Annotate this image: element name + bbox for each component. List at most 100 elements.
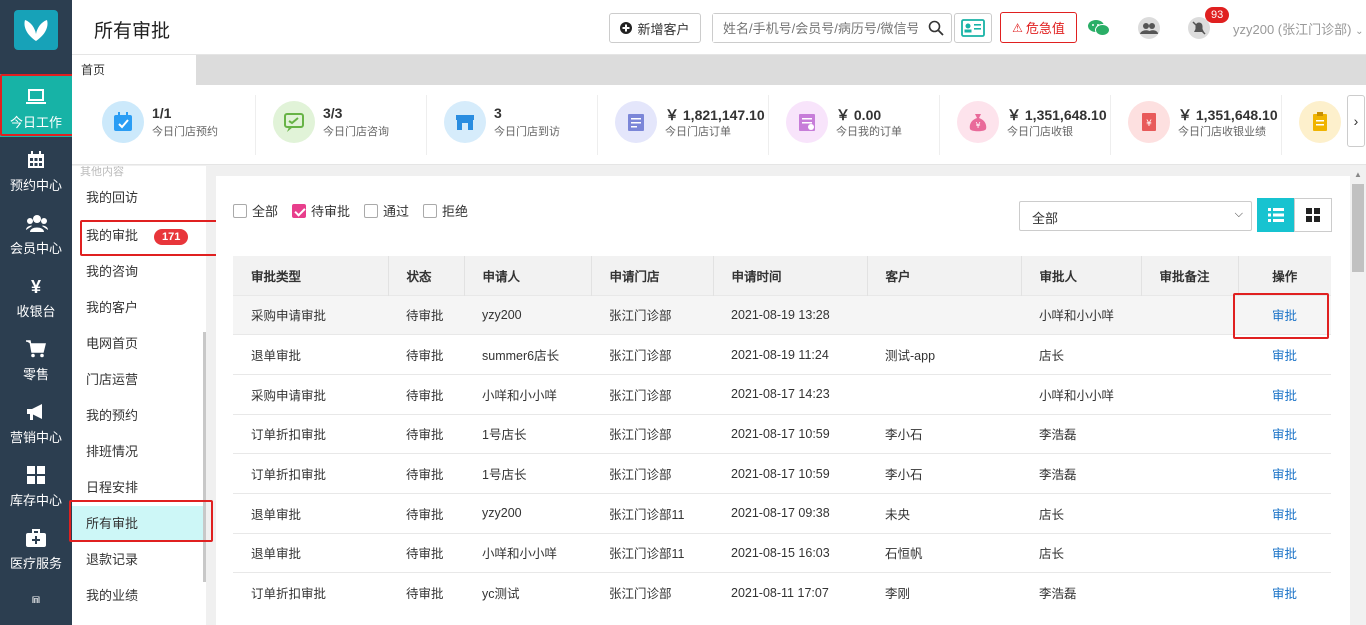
users-icon [26, 214, 48, 234]
cell [1141, 334, 1238, 375]
menu-item-grid-home[interactable]: 电网首页 [72, 326, 206, 362]
stat-store-orders[interactable]: ￥ 1,821,147.10 今日门店订单 [605, 99, 770, 143]
cell: 店长 [1021, 492, 1141, 534]
nav-cashier[interactable]: ¥ 收银台 [0, 263, 72, 326]
stat-store-cashier[interactable]: ¥ ￥ 1,351,648.10 今日门店收银 [947, 99, 1112, 143]
checkbox[interactable] [423, 203, 438, 218]
menu-item-my-customers[interactable]: 我的客户 [72, 290, 206, 326]
stat-my-orders[interactable]: ￥ 0.00 今日我的订单 [776, 99, 941, 143]
menu-item-refund-records[interactable]: 退款记录 [72, 542, 206, 578]
table-row[interactable]: 订单折扣审批 待审批 yc测试 张江门诊部 2021-08-11 17:07 李刚 李浩磊 审… [233, 572, 1331, 613]
top-bar: 所有审批 新增客户 ⚠ 危急值 93 yzy200 (张江门诊部) ⌄ [72, 0, 1366, 55]
menu-item-my-followups[interactable]: 我的回访 [72, 180, 206, 216]
search-icon[interactable] [928, 20, 944, 36]
approval-count-badge: 171 [154, 229, 189, 245]
cell: 店长 [1021, 532, 1141, 573]
menu-item-my-consultations[interactable]: 我的咨询 [72, 254, 206, 290]
approval-table: 审批类型 状态 申请人 申请门店 申请时间 客户 审批人 审批备注 操作 采购申… [233, 256, 1331, 613]
checkbox[interactable] [364, 203, 379, 218]
stat-clipboard[interactable] [1289, 99, 1341, 143]
grid-view-button[interactable] [1294, 198, 1332, 232]
stat-visits[interactable]: 3 今日门店到访 [434, 99, 599, 143]
stat-value: ￥ 1,351,648.10 [1178, 107, 1278, 123]
plus-circle-icon [620, 22, 633, 34]
id-card-button[interactable] [954, 13, 992, 43]
cart-icon [26, 340, 46, 360]
table-row[interactable]: 退单审批 待审批 summer6店长 张江门诊部 2021-08-19 11:24 测试-… [233, 334, 1331, 375]
table-row[interactable]: 订单折扣审批 待审批 1号店长 张江门诊部 2021-08-17 10:59 李小石 李浩磊… [233, 453, 1331, 494]
approval-type-select[interactable]: 全部 ⌵ [1019, 201, 1252, 231]
critical-value-button[interactable]: ⚠ 危急值 [1000, 12, 1077, 43]
menu-item-shifts[interactable]: 排班情况 [72, 434, 206, 470]
menu-item-my-approvals[interactable]: 我的审批 171 [72, 218, 206, 254]
nav-more-icon[interactable]: ⩎ [0, 590, 72, 607]
wechat-icon[interactable] [1084, 14, 1114, 42]
nav-retail[interactable]: 零售 [0, 326, 72, 389]
nav-marketing-center[interactable]: 营销中心 [0, 389, 72, 452]
approve-link[interactable]: 审批 [1238, 572, 1331, 613]
page-scrollbar[interactable]: ▲ [1350, 166, 1366, 625]
col-header: 审批人 [1021, 256, 1142, 295]
filter-pending[interactable]: 待审批 [292, 201, 350, 220]
tab-home[interactable]: 首页 [72, 55, 196, 85]
filter-all[interactable]: 全部 [233, 201, 278, 220]
stat-appointments[interactable]: 1/1 今日门店预约 [92, 99, 257, 143]
approve-link[interactable]: 审批 [1238, 294, 1331, 335]
nav-appointment-center[interactable]: 预约中心 [0, 137, 72, 200]
menu-item-my-appointments[interactable]: 我的预约 [72, 398, 206, 434]
stats-next-button[interactable]: › [1347, 95, 1365, 147]
list-view-button[interactable] [1257, 198, 1295, 232]
cell: 石恒帆 [867, 532, 1021, 573]
nav-member-center[interactable]: 会员中心 [0, 200, 72, 263]
table-body: 采购申请审批 待审批 yzy200 张江门诊部 2021-08-19 13:28 小咩和小… [233, 294, 1331, 613]
stat-consultations[interactable]: 3/3 今日门店咨询 [263, 99, 428, 143]
approve-link[interactable]: 审批 [1238, 413, 1331, 454]
menu-item-my-performance[interactable]: 我的业绩 [72, 578, 206, 614]
menu-scrollbar[interactable] [203, 332, 206, 582]
table-row[interactable]: 采购申请审批 待审批 yzy200 张江门诊部 2021-08-19 13:28 小咩和小… [233, 294, 1331, 335]
table-row[interactable]: 订单折扣审批 待审批 1号店长 张江门诊部 2021-08-17 10:59 李小石 李浩磊… [233, 413, 1331, 454]
approve-link[interactable]: 审批 [1238, 532, 1331, 573]
medkit-icon [26, 529, 46, 549]
filter-approved[interactable]: 通过 [364, 201, 409, 220]
cell: 1号店长 [464, 413, 591, 454]
menu-item-store-operations[interactable]: 门店运营 [72, 362, 206, 398]
yen-icon: ¥ [30, 277, 41, 297]
app-logo [14, 10, 58, 50]
approve-link[interactable]: 审批 [1238, 492, 1331, 534]
divider [597, 95, 598, 155]
nav-today-work[interactable]: 今日工作 [0, 74, 72, 137]
stat-value: 3 [494, 105, 502, 121]
filter-rejected[interactable]: 拒绝 [423, 201, 468, 220]
nav-medical-service[interactable]: 医疗服务 [0, 515, 72, 578]
filter-label: 通过 [383, 204, 410, 219]
table-row[interactable]: 采购申请审批 待审批 小咩和小小咩 张江门诊部 2021-08-17 14:23 小咩和小… [233, 373, 1331, 415]
checkbox[interactable] [233, 203, 247, 218]
checkbox-checked[interactable] [292, 203, 307, 218]
table-row[interactable]: 退单审批 待审批 小咩和小小咩 张江门诊部11 2021-08-15 16:03 石恒帆店… [233, 532, 1331, 573]
search-input[interactable] [713, 14, 918, 42]
tab-bar: 首页 [72, 55, 1366, 85]
divider [768, 95, 769, 155]
chevron-right-icon: › [1353, 113, 1359, 129]
cell: 李小石 [867, 413, 1021, 454]
nav-inventory-center[interactable]: 库存中心 [0, 452, 72, 515]
approve-link[interactable]: 审批 [1238, 373, 1331, 415]
cell: 采购申请审批 [233, 373, 388, 415]
add-customer-button[interactable]: 新增客户 [609, 13, 701, 43]
scroll-up-icon[interactable]: ▲ [1354, 170, 1362, 179]
menu-item-schedule[interactable]: 日程安排 [72, 470, 206, 506]
stat-label: 今日我的订单 [836, 126, 902, 138]
cell [1141, 294, 1238, 335]
cell: 待审批 [388, 572, 464, 613]
scrollbar-thumb[interactable] [1352, 184, 1364, 272]
table-row[interactable]: 退单审批 待审批 yzy200 张江门诊部11 2021-08-17 09:38 未央 店长… [233, 492, 1331, 534]
status-filters: 全部 待审批 通过 拒绝 [233, 201, 468, 220]
approve-link[interactable]: 审批 [1238, 334, 1331, 375]
stat-store-cashier-performance[interactable]: ¥ ￥ 1,351,648.10 今日门店收银业绩 [1118, 99, 1283, 143]
menu-item-all-approvals[interactable]: 所有审批 [72, 506, 206, 542]
approve-link[interactable]: 审批 [1238, 453, 1331, 494]
nav-label: 收银台 [16, 304, 56, 319]
group-icon[interactable] [1134, 14, 1164, 42]
user-menu[interactable]: yzy200 (张江门诊部) ⌄ [1233, 19, 1363, 38]
